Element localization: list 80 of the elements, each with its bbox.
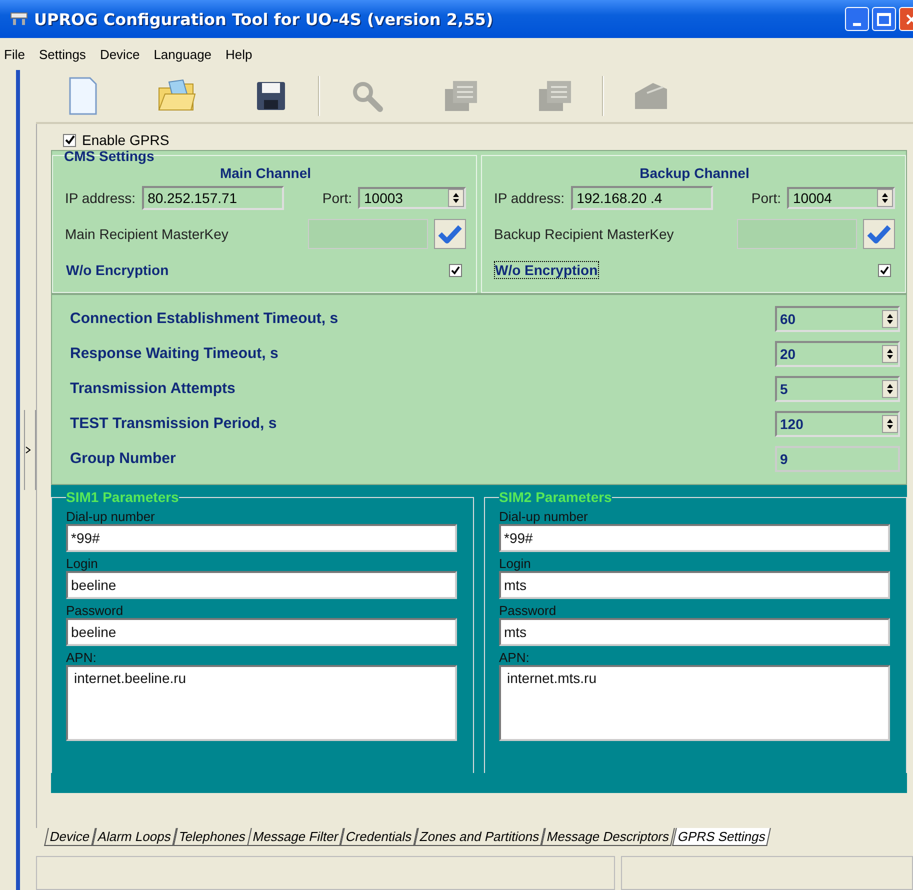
input-field[interactable]: *99# bbox=[499, 524, 890, 552]
enable-gprs-checkbox[interactable] bbox=[63, 134, 76, 146]
field-label: Login bbox=[499, 556, 532, 571]
field-label: Dial-up number bbox=[66, 509, 156, 524]
spin-arrows-icon bbox=[886, 312, 894, 324]
menu-item[interactable]: Settings bbox=[38, 46, 86, 62]
form-card-icon bbox=[443, 79, 479, 113]
maximize-button[interactable] bbox=[872, 7, 896, 31]
text-area[interactable]: internet.mts.ru bbox=[499, 665, 890, 741]
setting-label: Response Waiting Timeout, s bbox=[70, 345, 278, 362]
cms-settings-title: CMS Settings bbox=[64, 148, 154, 164]
masterkey-label: Main Recipient MasterKey bbox=[65, 226, 228, 242]
spin-arrows-icon bbox=[881, 192, 889, 204]
ip-address-label: IP address: bbox=[494, 190, 565, 206]
minimize-button[interactable] bbox=[845, 7, 869, 31]
search-icon bbox=[351, 80, 383, 112]
tab[interactable]: Device bbox=[44, 828, 96, 846]
encryption-checkbox[interactable] bbox=[878, 264, 891, 276]
without-encryption-label: W/o Encryption bbox=[65, 261, 170, 279]
setting-spinbox[interactable]: 120 bbox=[775, 410, 900, 436]
enable-gprs-label: Enable GPRS bbox=[82, 132, 170, 148]
field-label: Login bbox=[66, 556, 99, 571]
confirm-button[interactable] bbox=[863, 219, 895, 249]
setting-spinbox[interactable]: 60 bbox=[775, 306, 900, 332]
setting-label: Transmission Attempts bbox=[70, 380, 236, 397]
spin-arrows-icon bbox=[886, 418, 894, 430]
ip-address-field[interactable]: 80.252.157.71 bbox=[142, 186, 284, 210]
input-field[interactable]: beeline bbox=[66, 618, 457, 646]
encryption-checkbox[interactable] bbox=[449, 264, 462, 276]
port-label: Port: bbox=[322, 190, 352, 206]
spin-arrows-icon bbox=[886, 382, 894, 394]
setting-field: 9 bbox=[775, 446, 900, 472]
masterkey-label: Backup Recipient MasterKey bbox=[494, 226, 674, 242]
port-label: Port: bbox=[751, 190, 781, 206]
menu-item[interactable]: Language bbox=[154, 46, 212, 62]
setting-spinbox[interactable]: 20 bbox=[775, 340, 900, 366]
setting-label: TEST Transmission Period, s bbox=[70, 415, 277, 432]
tab[interactable]: GPRS Settings bbox=[672, 828, 771, 846]
masterkey-field[interactable] bbox=[308, 219, 428, 249]
tab[interactable]: Message Descriptors bbox=[542, 828, 676, 846]
sim-parameters-title: SIM1 Parameters bbox=[66, 489, 179, 505]
field-label: Password bbox=[499, 603, 558, 618]
setting-label: Group Number bbox=[70, 450, 176, 467]
device-icon bbox=[633, 81, 669, 111]
ip-address-label: IP address: bbox=[65, 190, 136, 206]
port-spinbox[interactable]: 10004 bbox=[787, 187, 895, 209]
tab[interactable]: Zones and Partitions bbox=[414, 828, 546, 846]
field-label: APN: bbox=[499, 650, 530, 665]
document-icon bbox=[68, 77, 98, 115]
tab[interactable]: Telephones bbox=[172, 828, 252, 846]
window-title: UPROG Configuration Tool for UO-4S (version 2,55) bbox=[34, 10, 494, 28]
input-field[interactable]: beeline bbox=[66, 571, 457, 599]
confirm-button[interactable] bbox=[434, 219, 466, 249]
tab[interactable]: Message Filter bbox=[247, 828, 344, 846]
field-label: Password bbox=[66, 603, 124, 618]
text-area[interactable]: internet.beeline.ru bbox=[66, 665, 457, 741]
ip-address-field[interactable]: 192.168.20 .4 bbox=[570, 186, 713, 210]
masterkey-field[interactable] bbox=[737, 219, 857, 249]
splitter-handle[interactable] bbox=[24, 410, 36, 490]
tab[interactable]: Alarm Loops bbox=[92, 828, 177, 846]
channel-heading: Backup Channel bbox=[638, 166, 750, 180]
menu-item[interactable]: Device bbox=[100, 46, 140, 62]
app-icon bbox=[10, 12, 28, 26]
spin-arrows-icon bbox=[886, 348, 894, 360]
tab[interactable]: Credentials bbox=[340, 828, 418, 846]
menu-item[interactable]: Help bbox=[226, 46, 252, 62]
field-label: APN: bbox=[66, 650, 98, 665]
input-field[interactable]: *99# bbox=[66, 524, 457, 552]
form-card-icon bbox=[537, 79, 573, 113]
input-field[interactable]: mts bbox=[499, 571, 890, 599]
field-label: Dial-up number bbox=[499, 509, 589, 524]
sim-parameters-title: SIM2 Parameters bbox=[499, 489, 612, 505]
without-encryption-label: W/o Encryption bbox=[494, 261, 599, 279]
setting-label: Connection Establishment Timeout, s bbox=[70, 310, 338, 327]
port-spinbox[interactable]: 10003 bbox=[358, 187, 466, 209]
channel-heading: Main Channel bbox=[218, 166, 312, 180]
menu-item[interactable]: File bbox=[4, 46, 25, 62]
setting-spinbox[interactable]: 5 bbox=[775, 376, 900, 402]
input-field[interactable]: mts bbox=[499, 618, 890, 646]
spin-arrows-icon bbox=[452, 192, 460, 204]
